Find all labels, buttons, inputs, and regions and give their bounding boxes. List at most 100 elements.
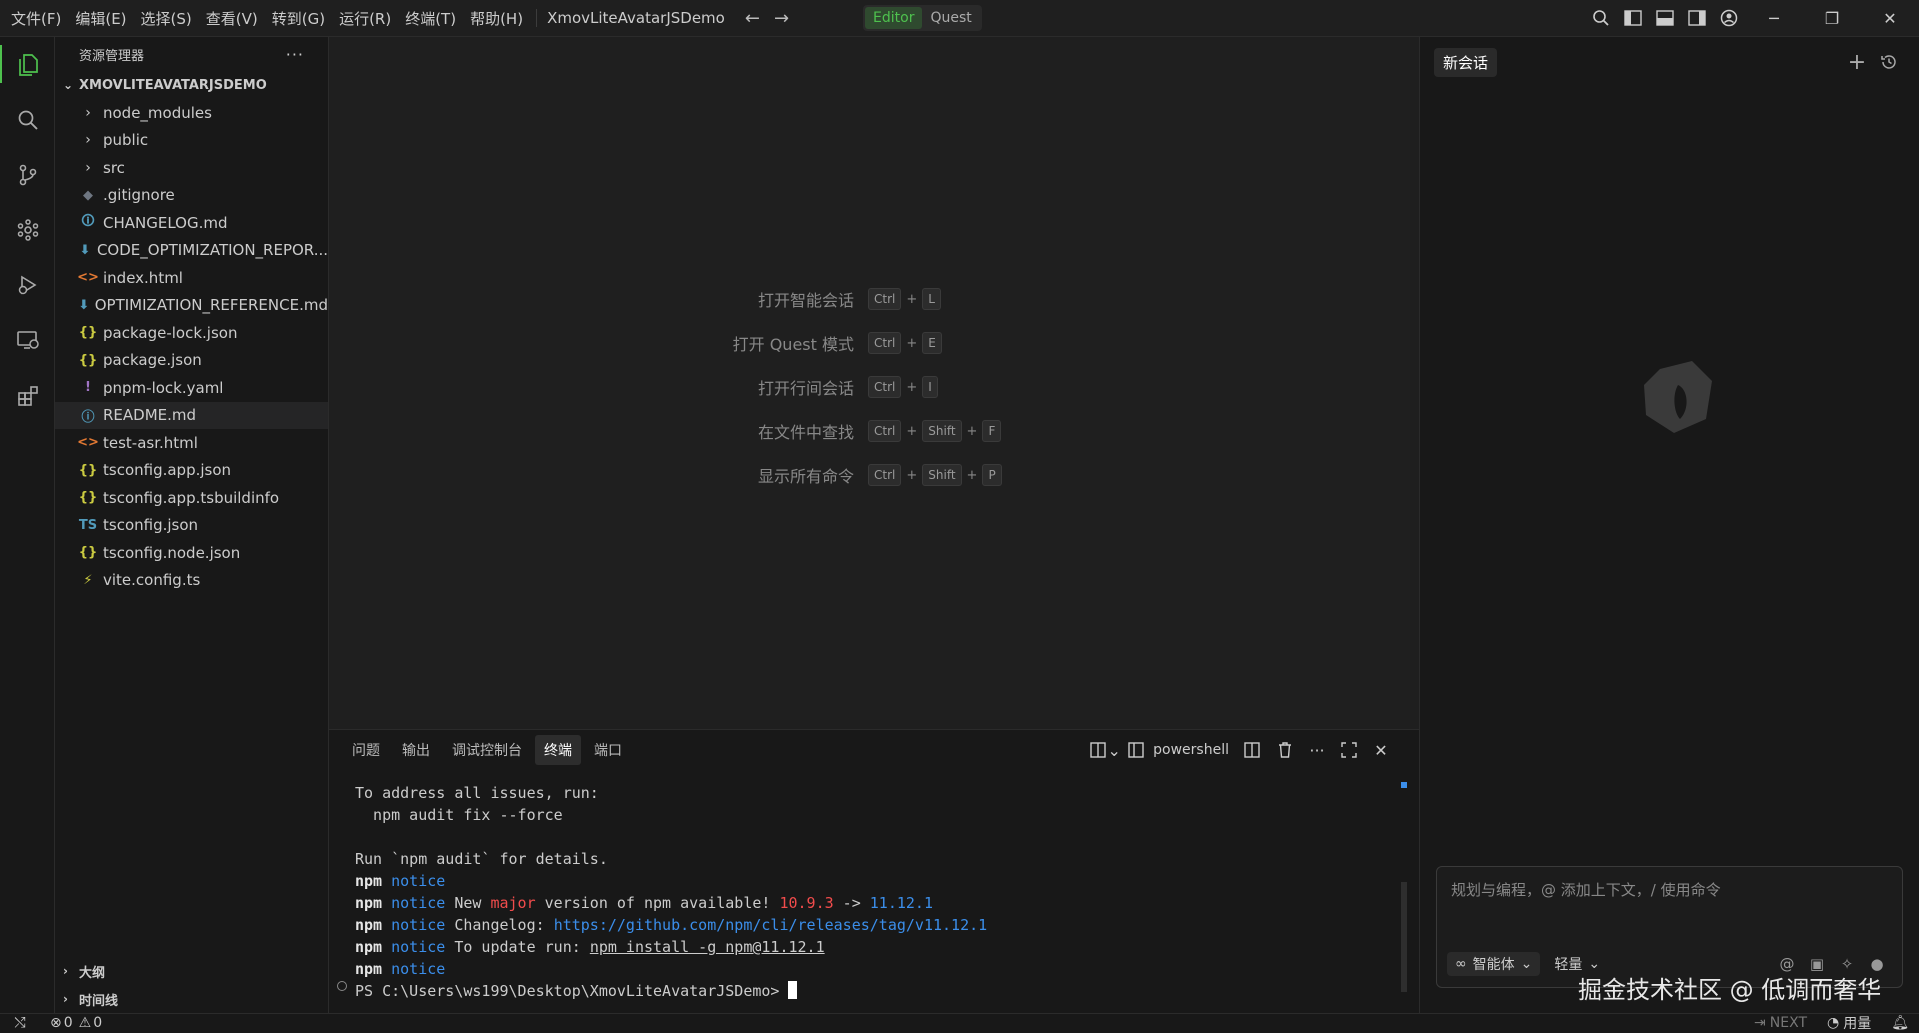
tree-file[interactable]: {} package-lock.json	[55, 319, 328, 347]
remote-indicator-icon[interactable]: ⤭	[0, 1015, 40, 1031]
explorer-sidebar: 资源管理器 ··· ⌄ XMOVLITEAVATARJSDEMO › node_m…	[55, 37, 329, 1013]
maximize-panel-icon[interactable]	[1333, 734, 1365, 766]
notification-bell-icon[interactable]: 🔔︎	[1891, 1015, 1909, 1031]
close-panel-icon[interactable]: ✕	[1365, 734, 1397, 766]
tree-file[interactable]: ! pnpm-lock.yaml	[55, 374, 328, 402]
error-icon: ⊗	[50, 1014, 62, 1031]
key-plus: +	[906, 379, 918, 395]
run-debug-icon[interactable]	[0, 257, 55, 312]
tree-file[interactable]: <> index.html	[55, 264, 328, 292]
update-command[interactable]: npm install -g npm@11.12.1	[590, 938, 825, 956]
tree-file[interactable]: {} package.json	[55, 347, 328, 375]
toggle-primary-sidebar-icon[interactable]	[1617, 0, 1649, 37]
source-control-icon[interactable]	[0, 147, 55, 202]
timeline-section[interactable]: › 时间线	[55, 985, 328, 1013]
minimize-icon[interactable]: ─	[1745, 0, 1803, 37]
remote-explorer-icon[interactable]	[0, 312, 55, 367]
tree-file[interactable]: ⬇ CODE_OPTIMIZATION_REPOR...	[55, 237, 328, 265]
tab-ports[interactable]: 端口	[585, 735, 631, 765]
warning-icon: ⚠	[78, 1014, 92, 1031]
menu-edit[interactable]: 编辑(E)	[68, 0, 133, 36]
new-chat-icon[interactable]: +	[1841, 44, 1873, 81]
shortcut-hints: 打开智能会话 Ctrl + L 打开 Quest 模式 Ctrl + E 打开行间会话 Ctrl +…	[329, 277, 1419, 497]
problems-indicator[interactable]: ⊗ 0 ⚠ 0	[50, 1015, 102, 1031]
tree-item-label: index.html	[103, 268, 183, 287]
notice-label: notice	[391, 938, 446, 956]
tree-file[interactable]: 🛈 CHANGELOG.md	[55, 209, 328, 237]
shortcut-hint: 打开 Quest 模式 Ctrl + E	[329, 321, 1419, 365]
tree-file[interactable]: {} tsconfig.app.tsbuildinfo	[55, 484, 328, 512]
terminal-shell-name[interactable]: powershell	[1153, 742, 1229, 758]
search-view-icon[interactable]	[0, 92, 55, 147]
tree-file[interactable]: ⓘ README.md	[55, 401, 328, 429]
toggle-panel-icon[interactable]	[1649, 0, 1681, 37]
split-terminal-icon[interactable]	[1237, 734, 1269, 766]
terminal-scrollbar[interactable]	[1401, 882, 1407, 992]
menu-go[interactable]: 转到(G)	[265, 0, 332, 36]
tree-file[interactable]: <> test-asr.html	[55, 429, 328, 457]
account-icon[interactable]	[1713, 0, 1745, 37]
extensions-icon[interactable]	[0, 367, 55, 422]
tree-folder[interactable]: › node_modules	[55, 99, 328, 127]
explorer-icon[interactable]	[0, 37, 55, 92]
history-icon[interactable]	[1873, 44, 1905, 81]
tab-debug-console[interactable]: 调试控制台	[443, 735, 531, 765]
chevron-right-icon: ›	[85, 132, 91, 149]
keycap: Shift	[922, 464, 962, 486]
quest-mode-button[interactable]: Quest	[922, 7, 979, 29]
file-type-icon: {}	[78, 325, 98, 341]
terminal-text: Changelog:	[445, 916, 554, 934]
warning-count: 0	[93, 1014, 103, 1031]
usage-label[interactable]: 用量	[1843, 1013, 1871, 1033]
file-type-icon: {}	[78, 545, 98, 561]
tree-file[interactable]: {} tsconfig.app.json	[55, 457, 328, 485]
command-decoration-icon[interactable]	[337, 981, 347, 991]
tab-output[interactable]: 输出	[393, 735, 439, 765]
file-type-icon: ◆	[83, 187, 93, 203]
tree-file[interactable]: ⚡ vite.config.ts	[55, 567, 328, 595]
workspace-root[interactable]: ⌄ XMOVLITEAVATARJSDEMO	[55, 71, 328, 99]
status-bar: ⤭ ⊗ 0 ⚠ 0 ⇥ NEXT ◔ 用量 🔔︎	[0, 1013, 1919, 1033]
outline-section[interactable]: › 大纲	[55, 957, 328, 985]
menu-terminal[interactable]: 终端(T)	[398, 0, 463, 36]
tab-problems[interactable]: 问题	[343, 735, 389, 765]
tree-file[interactable]: ◆ .gitignore	[55, 182, 328, 210]
npm-label: npm	[355, 916, 383, 934]
agents-icon[interactable]	[0, 202, 55, 257]
menu-file[interactable]: 文件(F)	[4, 0, 68, 36]
chevron-right-icon: ›	[63, 992, 68, 1006]
editor-mode-button[interactable]: Editor	[865, 7, 923, 29]
changelog-link[interactable]: https://github.com/npm/cli/releases/tag/…	[554, 916, 987, 934]
terminal-shell-icon[interactable]	[1121, 734, 1153, 766]
chat-panel: 新会话 + 规划与编程，@ 添加上下文，/ 使用命令 ∞ 智能体 ⌄ 轻量 ⌄ …	[1419, 37, 1919, 1013]
more-actions-icon[interactable]: ···	[286, 45, 304, 64]
search-icon[interactable]	[1585, 0, 1617, 37]
back-arrow-icon[interactable]: ←	[745, 8, 760, 29]
toggle-secondary-sidebar-icon[interactable]	[1681, 0, 1713, 37]
tree-item-label: pnpm-lock.yaml	[103, 378, 224, 397]
menu-view[interactable]: 查看(V)	[199, 0, 265, 36]
forward-arrow-icon[interactable]: →	[774, 8, 789, 29]
explorer-title: 资源管理器	[79, 48, 145, 64]
trash-icon[interactable]	[1269, 734, 1301, 766]
file-type-icon: ⬇	[78, 297, 90, 313]
chevron-down-icon[interactable]: ⌄	[1107, 734, 1121, 766]
restore-icon[interactable]: ❐	[1803, 0, 1861, 37]
chat-tab-new[interactable]: 新会话	[1434, 47, 1498, 77]
tree-file[interactable]: ⬇ OPTIMIZATION_REFERENCE.md	[55, 292, 328, 320]
keycap: E	[922, 332, 942, 354]
menu-help[interactable]: 帮助(H)	[463, 0, 530, 36]
more-actions-icon[interactable]: ···	[1301, 734, 1333, 766]
tree-file[interactable]: TS tsconfig.json	[55, 512, 328, 540]
close-window-icon[interactable]: ✕	[1861, 0, 1919, 37]
menu-selection[interactable]: 选择(S)	[134, 0, 199, 36]
tree-folder[interactable]: › src	[55, 154, 328, 182]
tree-file[interactable]: {} tsconfig.node.json	[55, 539, 328, 567]
next-label[interactable]: NEXT	[1770, 1015, 1807, 1031]
terminal-output[interactable]: To address all issues, run: npm audit fi…	[355, 782, 987, 1002]
agent-mode-dropdown[interactable]: ∞ 智能体 ⌄	[1447, 952, 1541, 976]
tree-folder[interactable]: › public	[55, 127, 328, 155]
menu-run[interactable]: 运行(R)	[332, 0, 398, 36]
notice-label: notice	[391, 960, 446, 978]
tab-terminal[interactable]: 终端	[535, 735, 581, 765]
